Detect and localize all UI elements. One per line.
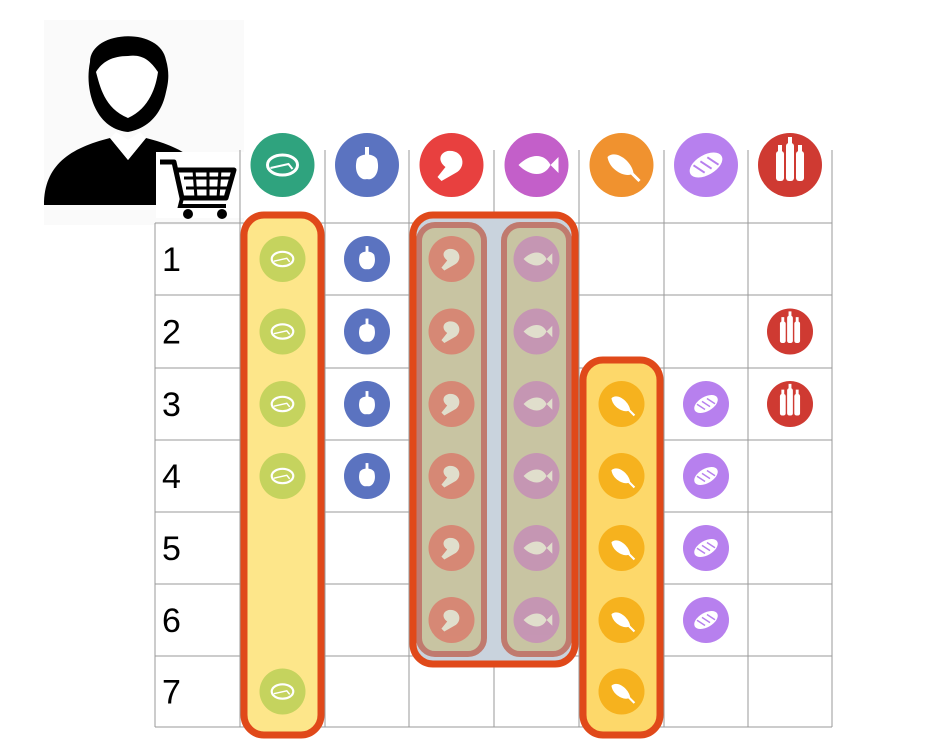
chicken-leg-cell-icon xyxy=(428,525,475,571)
bottles-cell-icon xyxy=(767,308,813,355)
chicken-leg-icon xyxy=(419,133,484,197)
chicken-leg-cell-icon xyxy=(428,597,475,643)
ham-cell-icon xyxy=(598,597,645,643)
chicken-leg-cell-icon xyxy=(428,453,475,499)
chicken-leg-cell-icon xyxy=(428,381,475,427)
customer-figure xyxy=(44,20,244,225)
bell-pepper-cell-icon xyxy=(344,308,390,355)
bell-pepper-cell-icon xyxy=(344,381,390,427)
bottles-icon xyxy=(758,133,822,197)
steak-cell-icon xyxy=(259,308,306,355)
poultry-fish-group-fish-column xyxy=(501,222,572,657)
poultry-fish-group-poultry-column xyxy=(416,222,487,657)
shopping-cart-icon xyxy=(156,152,244,219)
steak-cell-icon xyxy=(259,236,306,282)
ham-cell-icon xyxy=(598,381,645,427)
bread-loaf-cell-icon xyxy=(683,597,729,643)
row-label-3: 3 xyxy=(162,386,181,424)
steak-cell-icon xyxy=(259,381,306,427)
ham-cell-icon xyxy=(598,453,645,499)
row-label-4: 4 xyxy=(162,458,181,496)
fish-cell-icon xyxy=(513,381,560,427)
row-labels: 1 2 3 4 5 6 7 xyxy=(162,241,181,712)
fish-cell-icon xyxy=(513,525,560,571)
bread-loaf-cell-icon xyxy=(683,453,729,499)
bell-pepper-cell-icon xyxy=(344,236,390,282)
bread-loaf-icon xyxy=(674,133,738,197)
fish-cell-icon xyxy=(513,453,560,499)
row-label-5: 5 xyxy=(162,530,181,568)
fish-cell-icon xyxy=(513,597,560,643)
bread-loaf-cell-icon xyxy=(683,381,729,427)
fish-cell-icon xyxy=(513,236,560,282)
row-label-7: 7 xyxy=(162,674,181,712)
row-label-6: 6 xyxy=(162,602,181,640)
ham-cell-icon xyxy=(598,668,645,715)
column-header-icons xyxy=(250,133,822,197)
ham-icon xyxy=(589,133,654,197)
bottles-cell-icon xyxy=(767,381,813,427)
bell-pepper-cell-icon xyxy=(344,453,390,499)
bread-loaf-cell-icon xyxy=(683,525,729,571)
steak-icon xyxy=(250,133,315,197)
fish-icon xyxy=(504,133,569,197)
row-label-2: 2 xyxy=(162,314,181,352)
row-label-1: 1 xyxy=(162,241,181,279)
steak-cell-icon xyxy=(259,668,306,715)
shopping-grid-diagram: 1 2 3 4 5 6 7 xyxy=(44,20,833,739)
bell-pepper-icon xyxy=(335,133,399,197)
steak-cell-icon xyxy=(259,453,306,499)
chicken-leg-cell-icon xyxy=(428,236,475,282)
ham-cell-icon xyxy=(598,525,645,571)
chicken-leg-cell-icon xyxy=(428,308,475,355)
fish-cell-icon xyxy=(513,308,560,355)
